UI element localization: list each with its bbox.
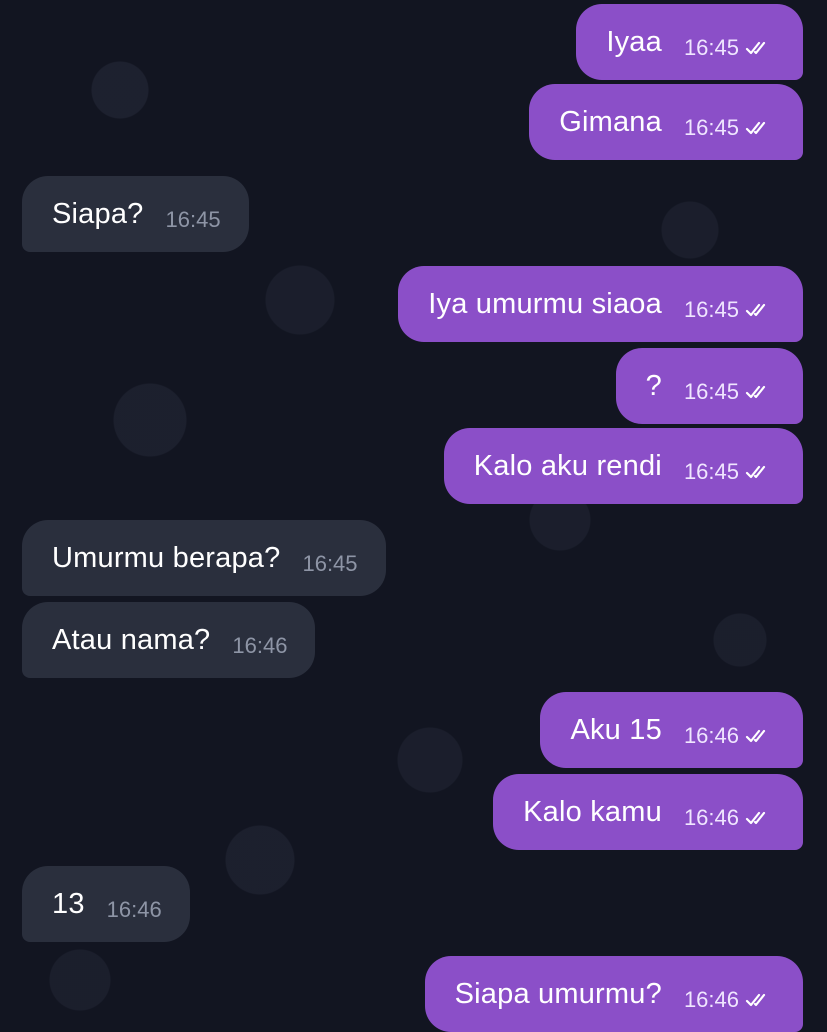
message-text: 13	[52, 887, 85, 920]
message-bubble-outgoing[interactable]: Kalo kamu 16:46	[493, 774, 803, 850]
message-meta: 16:46	[684, 987, 775, 1013]
double-check-icon	[745, 40, 775, 56]
message-time: 16:46	[106, 897, 162, 922]
message-time: 16:45	[683, 35, 739, 60]
double-check-icon	[745, 728, 775, 744]
message-meta: 16:45	[684, 379, 775, 405]
double-check-icon	[745, 992, 775, 1008]
double-check-icon	[745, 302, 775, 318]
message-bubble-outgoing[interactable]: Siapa umurmu? 16:46	[424, 956, 803, 1032]
message-meta: 16:46	[684, 723, 775, 749]
message-text: Atau nama?	[52, 623, 211, 656]
message-meta: 16:45	[302, 551, 357, 577]
message-bubble-incoming[interactable]: Umurmu berapa? 16:45	[22, 520, 386, 596]
message-text: Kalo aku rendi	[473, 449, 662, 482]
message-time: 16:46	[683, 987, 739, 1012]
message-meta: 16:45	[684, 297, 775, 323]
message-bubble-outgoing[interactable]: ? 16:45	[615, 348, 803, 424]
message-time: 16:45	[302, 551, 358, 576]
message-text: Kalo kamu	[523, 795, 662, 828]
chat-area[interactable]: Iyaa 16:45 Gimana 16:45 Siapa? 16:45 Iya…	[0, 0, 827, 1032]
message-text: Gimana	[559, 105, 662, 138]
message-meta: 16:45	[166, 207, 221, 233]
message-time: 16:45	[683, 297, 739, 322]
message-text: Aku 15	[570, 713, 662, 746]
message-bubble-outgoing[interactable]: Aku 15 16:46	[540, 692, 803, 768]
message-bubble-incoming[interactable]: Atau nama? 16:46	[22, 602, 316, 678]
message-bubble-outgoing[interactable]: Iya umurmu siaoa 16:45	[398, 266, 803, 342]
message-text: Iya umurmu siaoa	[428, 287, 662, 320]
message-meta: 16:46	[107, 897, 162, 923]
message-bubble-incoming[interactable]: 13 16:46	[22, 866, 190, 942]
message-time: 16:45	[683, 115, 739, 140]
double-check-icon	[745, 120, 775, 136]
message-time: 16:45	[165, 207, 221, 232]
message-time: 16:45	[683, 459, 739, 484]
message-text: Iyaa	[606, 25, 662, 58]
message-text: Siapa umurmu?	[454, 977, 662, 1010]
message-text: Umurmu berapa?	[52, 541, 281, 574]
double-check-icon	[745, 464, 775, 480]
message-meta: 16:45	[684, 459, 775, 485]
message-meta: 16:46	[232, 633, 287, 659]
message-bubble-outgoing[interactable]: Iyaa 16:45	[576, 4, 803, 80]
message-bubble-outgoing[interactable]: Kalo aku rendi 16:45	[443, 428, 803, 504]
message-meta: 16:46	[684, 805, 775, 831]
message-text: Siapa?	[52, 197, 144, 230]
message-text: ?	[645, 369, 662, 402]
double-check-icon	[745, 810, 775, 826]
message-time: 16:45	[683, 379, 739, 404]
message-time: 16:46	[683, 723, 739, 748]
double-check-icon	[745, 384, 775, 400]
message-bubble-outgoing[interactable]: Gimana 16:45	[529, 84, 803, 160]
message-time: 16:46	[683, 805, 739, 830]
message-time: 16:46	[232, 633, 288, 658]
message-meta: 16:45	[684, 115, 775, 141]
message-meta: 16:45	[684, 35, 775, 61]
message-bubble-incoming[interactable]: Siapa? 16:45	[22, 176, 249, 252]
